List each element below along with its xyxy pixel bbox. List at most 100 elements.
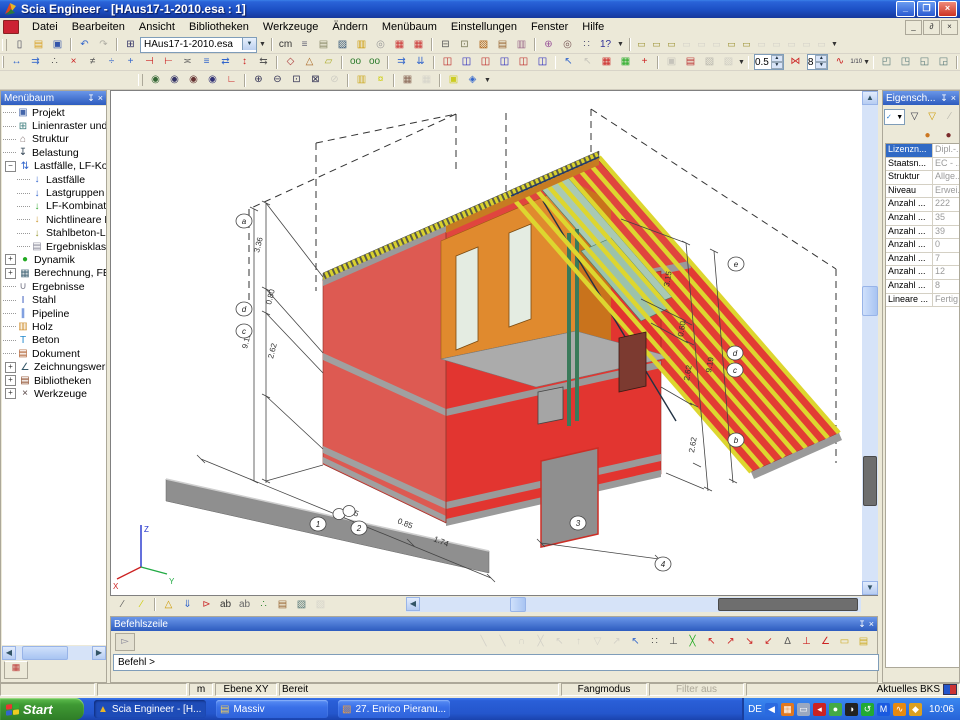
close-icon[interactable]: ×	[951, 93, 956, 104]
tools-dropdown[interactable]: ▼	[615, 37, 626, 52]
start-button[interactable]: Start	[0, 698, 84, 720]
snap-cursor-icon[interactable]: ↖	[626, 634, 645, 651]
vscroll-dark-block[interactable]	[863, 456, 877, 506]
grid-red-icon[interactable]: ▦	[597, 54, 616, 71]
property-row[interactable]: Anzahl ...222	[886, 198, 959, 212]
chart-dark-icon[interactable]: ●	[939, 127, 958, 144]
render-photo-icon[interactable]: ▧	[700, 54, 719, 71]
tree-hscrollbar[interactable]: ◀ ▶	[2, 646, 106, 660]
edit-pencil-icon[interactable]: ∕	[941, 109, 958, 126]
snap-scale-icon[interactable]: ▽	[588, 634, 607, 651]
doc-info-icon[interactable]: ▤	[314, 36, 333, 53]
search-green-icon[interactable]: ●	[829, 703, 842, 716]
tree-item-drawing[interactable]: +∠Zeichnungswerkze	[2, 360, 106, 373]
view-frame-11-icon[interactable]: ▭	[784, 36, 799, 53]
scroll-up-icon[interactable]: ▲	[862, 91, 878, 105]
move-multi-icon[interactable]: ⇊	[411, 54, 430, 71]
language-indicator[interactable]: DE	[748, 704, 762, 715]
table-frame-1-icon[interactable]: ▦	[390, 36, 409, 53]
snap-arc-icon[interactable]: ∩	[512, 634, 531, 651]
divide-member-icon[interactable]: ÷	[102, 54, 121, 71]
select-polygon-icon[interactable]: △	[300, 54, 319, 71]
taskbar-task-folder[interactable]: ▤Massiv	[216, 700, 328, 718]
snap-angle-icon[interactable]: ∠	[816, 634, 835, 651]
spinner-down-icon[interactable]: ▼	[815, 62, 827, 69]
mirror-member-icon[interactable]: ⇄	[216, 54, 235, 71]
mdi-restore-button[interactable]: ∂	[923, 20, 940, 35]
delete-node-icon[interactable]: ×	[64, 54, 83, 71]
tree-item-dynamics[interactable]: +●Dynamik	[2, 253, 106, 266]
pair-green-2-icon[interactable]: oo	[365, 54, 384, 71]
numbering-icon[interactable]: 1?	[596, 36, 615, 53]
copy-multi-icon[interactable]: ⇉	[392, 54, 411, 71]
save-view-icon[interactable]: ▣	[662, 54, 681, 71]
close-button[interactable]: ×	[938, 1, 957, 17]
menu-bearbeiten[interactable]: Bearbeiten	[65, 19, 132, 35]
connect-3-icon[interactable]: ◫	[476, 54, 495, 71]
camera-icon[interactable]: ▦	[398, 72, 417, 89]
toolbar-handle[interactable]	[2, 39, 7, 51]
document-edit-icon[interactable]: ▥	[512, 36, 531, 53]
tree-item-project[interactable]: ▣Projekt	[2, 106, 106, 119]
printer-tray-icon[interactable]: ▭	[797, 703, 810, 716]
zoom-in-icon[interactable]: ⊕	[249, 72, 268, 89]
zoom-window-icon[interactable]: ⊡	[287, 72, 306, 89]
open-view-icon[interactable]: ▥	[352, 72, 371, 89]
toolbar-handle[interactable]	[138, 74, 143, 86]
close-icon[interactable]: ×	[98, 93, 103, 104]
snap-end-1-icon[interactable]: ↖	[702, 634, 721, 651]
property-row[interactable]: Anzahl ...0	[886, 239, 959, 253]
scale-dropdown[interactable]: ▼	[863, 55, 870, 70]
menubaum-titlebar[interactable]: Menübaum ↧×	[1, 91, 106, 105]
connect-1-icon[interactable]: ◫	[438, 54, 457, 71]
render-pen-icon[interactable]: ∕	[132, 596, 151, 613]
tree-item-load[interactable]: ↧Belastung	[2, 146, 106, 159]
tree-item-document[interactable]: ▤Dokument	[2, 347, 106, 360]
restore-button[interactable]: ❐	[917, 1, 936, 17]
view-3d-icon[interactable]: ◈	[463, 72, 482, 89]
render-photo-2-icon[interactable]: ▧	[719, 54, 738, 71]
show-image-icon[interactable]: ▧	[292, 596, 311, 613]
document-icon[interactable]: ▤	[493, 36, 512, 53]
project-file-combo[interactable]: HAus17-1-2010.esa ▼	[140, 37, 257, 53]
chart-pie-icon[interactable]: ●	[918, 127, 937, 144]
close-icon[interactable]: ×	[869, 619, 874, 630]
tree-item-rc[interactable]: ↓Stahlbeton-LFK	[2, 227, 106, 240]
status-unit[interactable]: m	[189, 683, 213, 696]
table-frame-2-icon[interactable]: ▦	[409, 36, 428, 53]
view-frame-2-icon[interactable]: ▭	[649, 36, 664, 53]
text-stamp-icon[interactable]: ab	[235, 596, 254, 613]
attic-door-2[interactable]	[509, 224, 531, 327]
open-project-icon[interactable]: ▤	[29, 36, 48, 53]
scroll-right-icon[interactable]: ▶	[92, 646, 106, 660]
menu-ansicht[interactable]: Ansicht	[132, 19, 182, 35]
select-grey-icon[interactable]: ↖	[578, 54, 597, 71]
cursor-mode-button[interactable]: ▻	[115, 633, 135, 651]
light-toggle-icon[interactable]: ¤	[371, 72, 390, 89]
status-plane[interactable]: Ebene XY	[215, 683, 277, 696]
property-filter-combo[interactable]: ✓▼	[884, 109, 905, 125]
align-member-icon[interactable]: ≡	[197, 54, 216, 71]
view-frame-5-icon[interactable]: ▭	[694, 36, 709, 53]
spinner-up-icon[interactable]: ▲	[815, 55, 827, 62]
tree-item-libraries[interactable]: +▤Bibliotheken	[2, 374, 106, 387]
undo-icon[interactable]: ↶	[75, 36, 94, 53]
minimize-button[interactable]: _	[896, 1, 915, 17]
snap-ortho-icon[interactable]: ⊥	[664, 634, 683, 651]
mdi-close-button[interactable]: ×	[941, 20, 958, 35]
expand-icon[interactable]: +	[5, 362, 16, 373]
menu-datei[interactable]: Datei	[25, 19, 65, 35]
tree-item-steel[interactable]: IStahl	[2, 293, 106, 306]
spring-icon[interactable]: ∿	[830, 54, 849, 71]
view-y-icon[interactable]: ◉	[165, 72, 184, 89]
tree-item-results[interactable]: ∪Ergebnisse	[2, 280, 106, 293]
pin-icon[interactable]: ↧	[858, 619, 866, 630]
vscroll-thumb[interactable]	[862, 286, 878, 316]
mdi-document-icon[interactable]	[3, 20, 19, 34]
break-member-icon[interactable]: ≍	[178, 54, 197, 71]
tree-item-concrete[interactable]: TBeton	[2, 334, 106, 347]
property-row[interactable]: Lineare ...Fertig	[886, 294, 959, 308]
point-grid-icon[interactable]: ∷	[577, 36, 596, 53]
hinge-icon[interactable]: ⋈	[786, 54, 805, 71]
tree-item-loadcases[interactable]: −⇅Lastfälle, LF-Kombi	[2, 160, 106, 173]
